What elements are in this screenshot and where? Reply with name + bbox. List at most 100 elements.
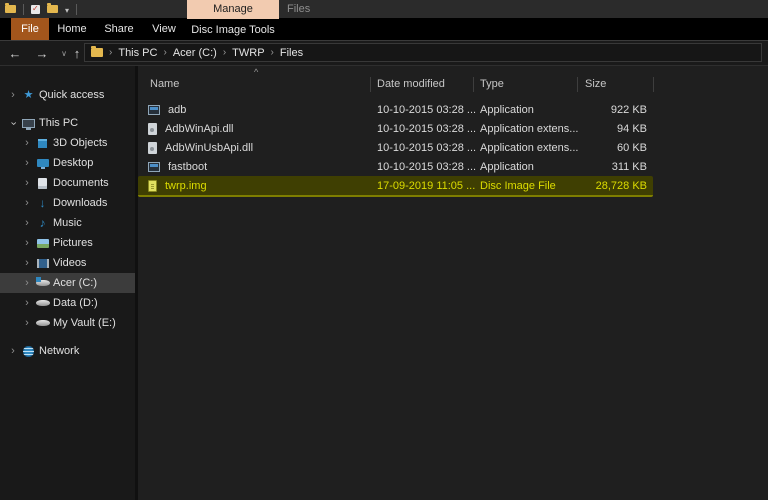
breadcrumb-twrp[interactable]: TWRP [229,47,267,59]
tab-view[interactable]: View [146,18,182,40]
chevron-right-icon[interactable] [20,218,34,229]
dll-file-icon [148,141,157,154]
size-cell: 94 KB [617,122,647,135]
column-header-name[interactable]: Name [150,74,179,94]
sidebar-item-pictures[interactable]: Pictures [0,233,135,253]
sidebar-item-label: Downloads [53,197,108,209]
picture-icon [34,236,51,250]
chevron-right-icon[interactable] [6,346,20,357]
sidebar-item-label: Videos [53,257,87,269]
column-header-date-modified[interactable]: Date modified [377,74,445,94]
file-name: AdbWinApi.dll [165,122,234,135]
sidebar-item-desktop[interactable]: Desktop [0,153,135,173]
date-modified-cell: 10-10-2015 03:28 ... [377,141,477,154]
table-row[interactable]: AdbWinApi.dll 10-10-2015 03:28 ... Appli… [138,119,653,138]
chevron-right-icon[interactable] [20,258,34,269]
file-name-cell: AdbWinUsbApi.dll [138,141,370,154]
tab-disc-image-tools[interactable]: Disc Image Tools [187,18,279,40]
application-icon [148,161,160,172]
breadcrumb-files[interactable]: Files [277,47,306,59]
column-resize-handle[interactable] [370,77,371,92]
file-name-cell: twrp.img [138,179,370,192]
chevron-right-icon[interactable] [20,298,34,309]
chevron-right-icon[interactable] [6,90,20,101]
column-resize-handle[interactable] [577,77,578,92]
chevron-right-icon[interactable] [20,238,34,249]
column-header-type[interactable]: Type [480,74,504,94]
tab-file[interactable]: File [11,18,49,40]
tab-home[interactable]: Home [52,18,92,40]
date-modified-cell: 10-10-2015 03:28 ... [377,160,477,173]
sidebar-item-acer-c[interactable]: Acer (C:) [0,273,135,293]
table-row[interactable]: adb 10-10-2015 03:28 ... Application 922… [138,100,653,119]
breadcrumb-this-pc[interactable]: This PC [115,47,160,59]
type-cell: Application [480,160,534,173]
table-row[interactable]: AdbWinUsbApi.dll 10-10-2015 03:28 ... Ap… [138,138,653,157]
globe-icon [20,344,37,358]
quick-access-toolbar [5,0,78,18]
sidebar-item-network[interactable]: Network [0,341,135,361]
column-header-size[interactable]: Size [585,74,606,94]
chevron-right-icon[interactable] [20,318,34,329]
sidebar-item-my-vault-e[interactable]: My Vault (E:) [0,313,135,333]
breadcrumb-chevron-icon[interactable] [160,47,169,58]
size-cell: 60 KB [617,141,647,154]
file-name: fastboot [168,160,208,173]
chevron-right-icon[interactable] [20,278,34,289]
sidebar-item-data-d[interactable]: Data (D:) [0,293,135,313]
contextual-tab-manage[interactable]: Manage [187,0,279,18]
back-icon[interactable]: ← [6,41,24,65]
forward-icon[interactable]: → [33,41,51,65]
chevron-down-icon[interactable] [6,118,20,129]
music-note-icon [34,216,51,230]
folder-icon [91,46,103,57]
properties-check-icon[interactable] [31,4,40,14]
sidebar-item-quick-access[interactable]: Quick access [0,85,135,105]
breadcrumb-chevron-icon[interactable] [106,47,115,58]
size-cell: 311 KB [611,160,647,173]
breadcrumb-chevron-icon[interactable] [220,47,229,58]
sidebar-item-label: Desktop [53,157,94,169]
toolbar-separator [76,3,78,15]
dll-file-icon [148,122,157,135]
address-input[interactable]: This PC Acer (C:) TWRP Files [84,43,762,62]
drive-icon [34,316,51,330]
sidebar-item-music[interactable]: Music [0,213,135,233]
video-icon [34,256,51,270]
file-name-cell: fastboot [138,161,370,173]
file-rows: adb 10-10-2015 03:28 ... Application 922… [138,100,653,197]
star-icon [20,88,37,102]
tab-share[interactable]: Share [99,18,139,40]
column-resize-handle[interactable] [653,77,654,92]
chevron-right-icon[interactable] [20,178,34,189]
breadcrumb-acer-c[interactable]: Acer (C:) [170,47,220,59]
explorer-folder-icon [5,3,16,13]
drive-icon [34,296,51,310]
sidebar-item-documents[interactable]: Documents [0,173,135,193]
file-name-cell: AdbWinApi.dll [138,122,370,135]
qat-dropdown-icon[interactable] [65,0,69,18]
sidebar-item-videos[interactable]: Videos [0,253,135,273]
navigation-pane: Quick access This PC 3D Objects Desktop … [0,66,135,500]
sidebar-item-label: Pictures [53,237,93,249]
sidebar-item-label: Network [39,345,80,357]
table-row-highlighted[interactable]: twrp.img 17-09-2019 11:05 ... Disc Image… [138,176,653,197]
chevron-right-icon[interactable] [20,198,34,209]
chevron-right-icon[interactable] [20,158,34,169]
file-list-pane: Name Date modified Type Size adb 10-10-2… [138,66,768,500]
toolbar-separator [23,3,24,15]
sidebar-item-this-pc[interactable]: This PC [0,113,135,133]
table-row[interactable]: fastboot 10-10-2015 03:28 ... Applicatio… [138,157,653,176]
breadcrumb-chevron-icon[interactable] [268,47,277,58]
sidebar-item-label: Acer (C:) [53,277,97,289]
new-folder-icon[interactable] [47,3,58,13]
column-resize-handle[interactable] [473,77,474,92]
chevron-right-icon[interactable] [20,138,34,149]
column-header-row: Name Date modified Type Size [138,74,654,94]
ribbon-tab-bar: File Home Share View Disc Image Tools [0,18,768,40]
sidebar-item-downloads[interactable]: Downloads [0,193,135,213]
title-bar: Manage Files [0,0,768,18]
sidebar-item-3d-objects[interactable]: 3D Objects [0,133,135,153]
